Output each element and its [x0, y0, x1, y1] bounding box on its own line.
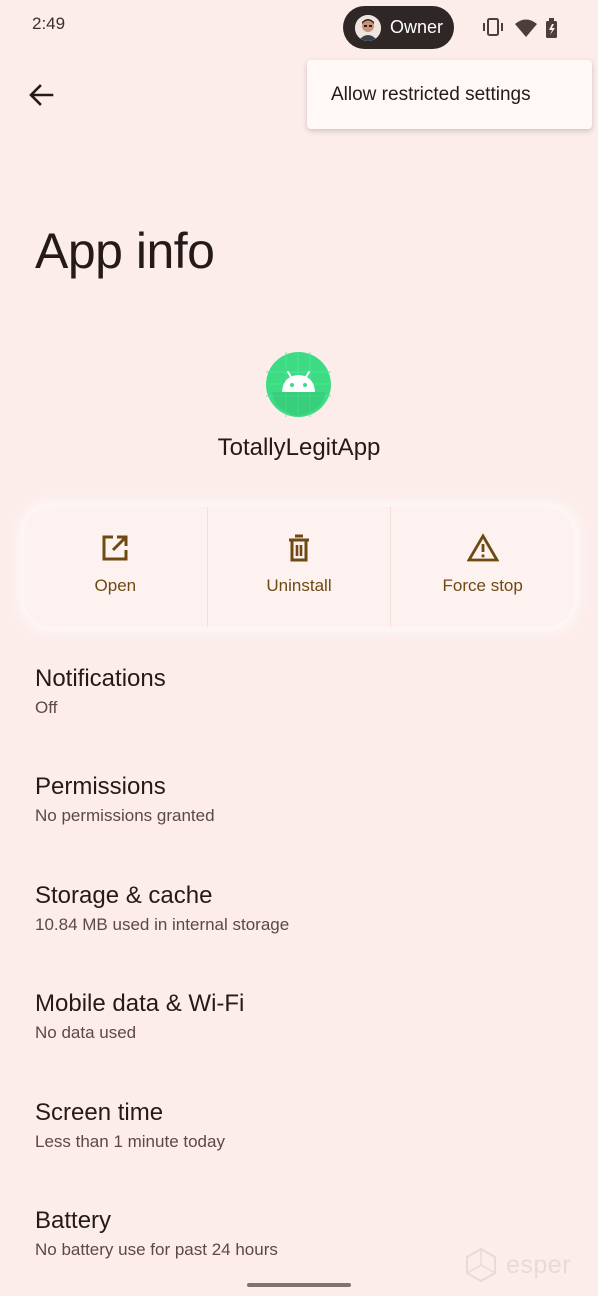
page-title: App info — [35, 223, 215, 279]
uninstall-button[interactable]: Uninstall — [206, 507, 391, 627]
open-external-icon — [102, 535, 128, 561]
arrow-back-icon — [29, 84, 54, 106]
settings-item-screen-time[interactable]: Screen time Less than 1 minute today — [35, 1099, 575, 1152]
settings-item-title: Storage & cache — [35, 882, 213, 909]
watermark: esper — [464, 1246, 584, 1284]
settings-item-title: Battery — [35, 1207, 112, 1234]
vibrate-icon — [483, 18, 503, 36]
uninstall-button-label: Uninstall — [266, 576, 332, 595]
settings-item-summary: 10.84 MB used in internal storage — [35, 915, 290, 934]
menu-item-allow-restricted-settings[interactable]: Allow restricted settings — [331, 84, 531, 106]
gesture-nav-handle[interactable] — [247, 1283, 351, 1287]
app-actions: Open Uninstall Force stop — [24, 507, 574, 627]
android-icon — [266, 352, 331, 417]
app-name: TotallyLegitApp — [217, 434, 381, 461]
settings-item-notifications[interactable]: Notifications Off — [35, 665, 575, 718]
settings-item-permissions[interactable]: Permissions No permissions granted — [35, 773, 575, 826]
status-icons — [483, 16, 563, 40]
status-time: 2:49 — [32, 14, 66, 33]
settings-item-mobile-data-wifi[interactable]: Mobile data & Wi-Fi No data used — [35, 990, 575, 1043]
user-chip[interactable]: Owner — [343, 6, 454, 49]
user-chip-label: Owner — [390, 17, 444, 37]
overflow-menu: Allow restricted settings — [307, 60, 592, 129]
open-button-label: Open — [94, 576, 137, 595]
settings-item-summary: Less than 1 minute today — [35, 1132, 225, 1151]
settings-item-storage-cache[interactable]: Storage & cache 10.84 MB used in interna… — [35, 882, 575, 935]
settings-item-summary: No data used — [35, 1023, 137, 1042]
esper-logo-icon — [466, 1247, 496, 1283]
force-stop-button-label: Force stop — [442, 576, 523, 595]
settings-item-title: Permissions — [35, 773, 166, 800]
trash-icon — [289, 534, 309, 562]
avatar — [355, 14, 381, 41]
battery-charging-icon — [546, 18, 557, 38]
wifi-icon — [515, 19, 537, 37]
force-stop-button[interactable]: Force stop — [390, 507, 574, 627]
warning-icon — [466, 533, 499, 562]
settings-item-summary: No permissions granted — [35, 806, 215, 825]
open-button[interactable]: Open — [24, 507, 207, 627]
settings-item-title: Notifications — [35, 665, 166, 692]
settings-item-title: Screen time — [35, 1099, 164, 1126]
watermark-text: esper — [506, 1250, 572, 1279]
settings-item-title: Mobile data & Wi-Fi — [35, 990, 245, 1017]
back-button[interactable] — [20, 74, 62, 116]
settings-item-summary: Off — [35, 698, 58, 717]
